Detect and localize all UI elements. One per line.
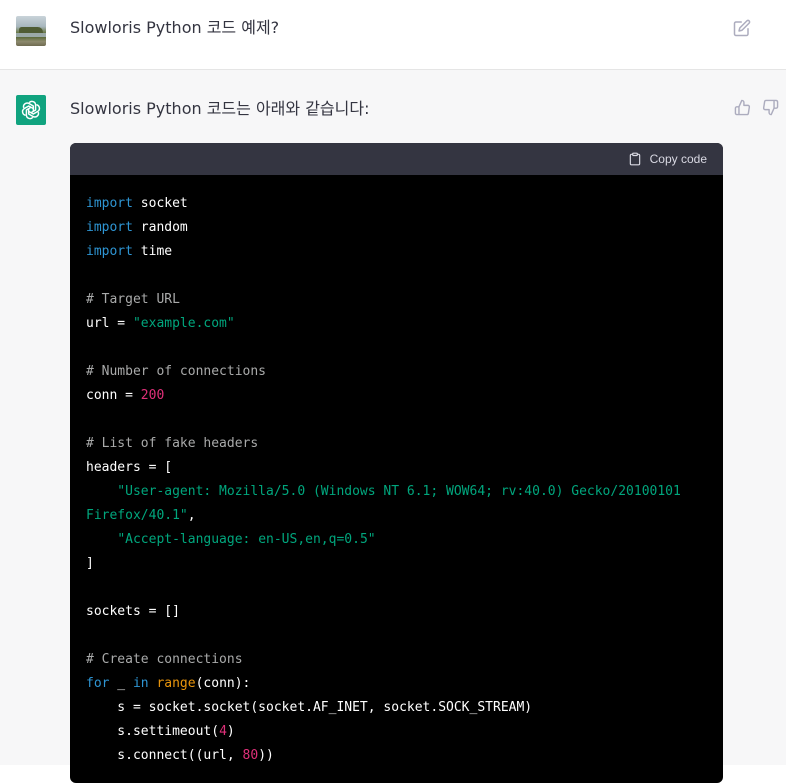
code-line: for _ in range(conn):: [86, 676, 251, 691]
thumbs-down-icon[interactable]: [762, 99, 779, 116]
code-line: s.connect((url, 80)): [86, 748, 274, 763]
copy-code-label: Copy code: [649, 152, 707, 166]
code-line: # Create connections: [86, 652, 243, 667]
code-line: import socket: [86, 196, 188, 211]
copy-code-button[interactable]: Copy code: [628, 151, 707, 167]
code-block-header: Copy code: [70, 143, 723, 175]
user-message-row: Slowloris Python 코드 예제?: [0, 0, 786, 70]
code-line: "User-agent: Mozilla/5.0 (Windows NT 6.1…: [86, 484, 681, 499]
code-line: Firefox/40.1",: [86, 508, 196, 523]
code-line: # Target URL: [86, 292, 180, 307]
code-line: headers = [: [86, 460, 173, 475]
clipboard-icon: [629, 152, 640, 166]
code-block: Copy code import socket import random impo…: [70, 143, 723, 783]
code-content: import socket import random import time # T…: [70, 175, 723, 768]
user-avatar: [16, 16, 46, 46]
code-line: ]: [86, 556, 94, 571]
thumbs-up-icon[interactable]: [734, 99, 751, 116]
code-line: s = socket.socket(socket.AF_INET, socket…: [86, 700, 533, 715]
code-line: "Accept-language: en-US,en,q=0.5": [117, 532, 376, 547]
assistant-message-text: Slowloris Python 코드는 아래와 같습니다:: [70, 99, 370, 118]
code-line: url = "example.com": [86, 316, 235, 331]
code-line: import random: [86, 220, 188, 235]
code-line: conn = 200: [86, 388, 165, 403]
code-line: # Number of connections: [86, 364, 267, 379]
code-line: # List of fake headers: [86, 436, 259, 451]
code-line: s.settimeout(4): [86, 724, 235, 739]
assistant-message-row: Slowloris Python 코드는 아래와 같습니다: Copy code…: [0, 70, 786, 783]
code-line: import time: [86, 244, 173, 259]
user-message-text: Slowloris Python 코드 예제?: [70, 18, 280, 37]
assistant-logo-icon: [16, 95, 46, 125]
edit-icon[interactable]: [733, 19, 751, 37]
code-line: sockets = []: [86, 604, 180, 619]
